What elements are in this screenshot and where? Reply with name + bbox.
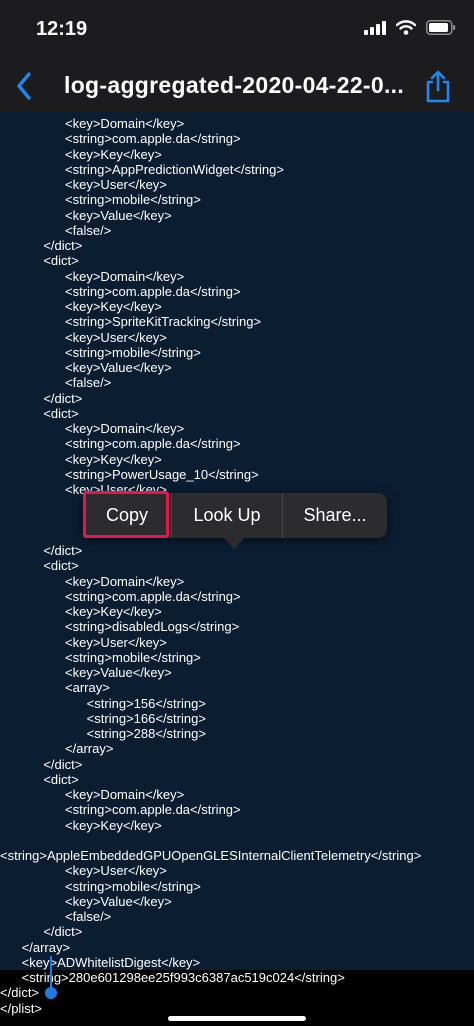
code-line: </dict>: [0, 238, 83, 253]
code-line: <dict>: [0, 405, 79, 421]
code-line: <false/>: [0, 375, 112, 391]
code-line: <key>Value</key>: [0, 360, 172, 375]
code-line: <key>User</key>: [0, 329, 167, 345]
edit-menu: Copy Look Up Share...: [83, 493, 387, 538]
look-up-menu-item[interactable]: Look Up: [172, 493, 282, 538]
status-bar: 12:19: [0, 0, 474, 60]
navigation-bar: log-aggregated-2020-04-22-0...: [0, 60, 474, 112]
code-line: <key>Value</key>: [0, 207, 172, 223]
code-line: </array>: [0, 741, 114, 757]
code-line: <string>156</string>: [0, 695, 206, 711]
code-line: <string>AppleEmbeddedGPUOpenGLESInternal…: [0, 848, 422, 863]
code-line: <dict>: [0, 253, 79, 269]
code-line: <key>Domain</key>: [0, 268, 185, 284]
selection-handle[interactable]: [45, 987, 57, 999]
code-line: <key>User</key>: [0, 177, 167, 192]
code-line: <key>Value</key>: [0, 665, 172, 680]
code-line: <false/>: [0, 909, 112, 924]
code-line: <key>Key</key>: [0, 299, 162, 314]
chevron-left-icon: [17, 72, 31, 100]
code-line: <key>Domain</key>: [0, 787, 185, 802]
code-line: </array>: [0, 939, 71, 955]
code-line: <key>Domain</key>: [0, 573, 185, 589]
back-button[interactable]: [6, 68, 42, 104]
code-line: <string>SpriteKitTracking</string>: [0, 314, 262, 330]
code-line: <string>PowerUsage_10</string>: [0, 466, 259, 482]
share-menu-item[interactable]: Share...: [283, 493, 387, 538]
code-line: <false/>: [0, 222, 112, 238]
wifi-icon: [396, 20, 416, 35]
cellular-signal-icon: [364, 20, 386, 35]
code-line: </dict>: [0, 924, 83, 940]
code-line: <dict>: [0, 558, 79, 574]
code-line: <key>ADWhitelistDigest</key>: [0, 954, 201, 970]
code-line: <string>disabledLogs</string>: [0, 619, 240, 635]
code-line: <key>Domain</key>: [0, 421, 185, 436]
code-line: <key>Domain</key>: [0, 116, 185, 131]
code-line: <key>Key</key>: [0, 451, 162, 467]
code-line: <string>com.apple.da</string>: [0, 283, 241, 299]
code-line: <array>: [0, 680, 110, 696]
edit-menu-arrow: [223, 537, 245, 549]
code-line: </dict>: [0, 390, 83, 406]
code-line: <string>mobile</string>: [0, 649, 201, 665]
status-time: 12:19: [36, 18, 88, 40]
code-line: <key>User</key>: [0, 863, 167, 879]
code-line: <string>mobile</string>: [0, 878, 201, 894]
share-icon: [426, 70, 450, 103]
code-line: <string>AppPredictionWidget</string>: [0, 161, 284, 177]
home-indicator: [168, 1016, 306, 1021]
code-line: <key>Key</key>: [0, 604, 162, 619]
code-line: <string>mobile</string>: [0, 344, 201, 360]
code-line: <string>288</string>: [0, 726, 206, 741]
code-line: <string>166</string>: [0, 710, 206, 726]
code-line: <key>Key</key>: [0, 817, 162, 833]
code-line: <key>Value</key>: [0, 893, 172, 909]
battery-icon: [426, 20, 456, 35]
code-line: <dict>: [0, 771, 79, 787]
code-line: <string>mobile</string>: [0, 192, 201, 208]
code-line: <string>com.apple.da</string>: [0, 802, 241, 818]
code-line: </plist>: [0, 1000, 42, 1016]
code-line: <key>Key</key>: [0, 146, 162, 162]
code-line: </dict>: [0, 985, 40, 1001]
code-line: <string>com.apple.da</string>: [0, 131, 241, 147]
share-button[interactable]: [420, 66, 456, 106]
code-line: <string>com.apple.da</string>: [0, 588, 241, 604]
document-title: log-aggregated-2020-04-22-0...: [64, 72, 405, 98]
code-line: </dict>: [0, 756, 83, 772]
copy-menu-item[interactable]: Copy: [83, 493, 171, 538]
code-line: <key>User</key>: [0, 634, 167, 650]
code-line: <string>com.apple.da</string>: [0, 436, 241, 452]
code-line: </dict>: [0, 543, 83, 558]
status-icons: [364, 20, 456, 35]
document-content[interactable]: <key>Domain</key> <string>com.apple.da</…: [0, 112, 474, 1016]
